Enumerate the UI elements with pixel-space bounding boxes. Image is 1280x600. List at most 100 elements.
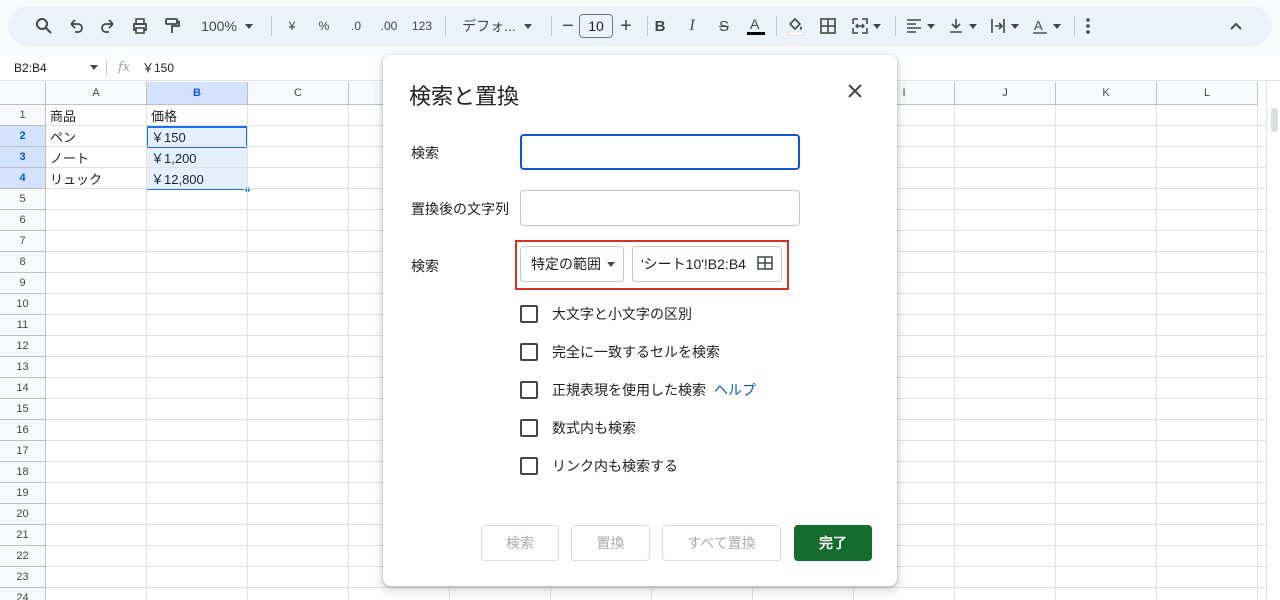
row-header-2[interactable]: 2 (0, 126, 46, 147)
column-header-j[interactable]: J (955, 82, 1056, 105)
row-header-18[interactable]: 18 (0, 462, 46, 483)
font-value: デフォ... (462, 18, 516, 34)
text-wrapping-button[interactable] (984, 6, 1024, 46)
name-box[interactable]: B2:B4 (14, 61, 98, 75)
row-header-17[interactable]: 17 (0, 441, 46, 462)
column-header-k[interactable]: K (1056, 82, 1157, 105)
row-header-7[interactable]: 7 (0, 231, 46, 252)
collapse-toolbar-icon[interactable] (1224, 6, 1248, 46)
search-scope-dropdown[interactable]: 特定の範囲 (520, 246, 624, 282)
redo-icon[interactable] (96, 6, 120, 46)
row-header-20[interactable]: 20 (0, 504, 46, 525)
increase-font-size-button[interactable]: + (614, 6, 638, 46)
row-header-23[interactable]: 23 (0, 567, 46, 588)
search-scope-label: 検索 (411, 258, 439, 274)
option-match-case[interactable]: 大文字と小文字の区別 (520, 302, 692, 326)
text-wrap-icon (991, 19, 1005, 33)
borders-button[interactable] (816, 6, 840, 46)
decrease-decimal-button[interactable]: .0 (342, 6, 370, 46)
option-search-formulas[interactable]: 数式内も検索 (520, 416, 636, 440)
cell-a4[interactable]: リュック (46, 168, 147, 189)
cell-a1[interactable]: 商品 (46, 105, 147, 126)
row-header-21[interactable]: 21 (0, 525, 46, 546)
match-case-checkbox[interactable] (520, 305, 538, 323)
cell-a3[interactable]: ノート (46, 147, 147, 168)
align-bottom-icon (950, 19, 962, 33)
column-header-b[interactable]: B (147, 82, 248, 105)
replace-label: 置換後の文字列 (411, 201, 509, 217)
match-entire-cell-checkbox[interactable] (520, 343, 538, 361)
replace-all-button[interactable]: すべて置換 (662, 525, 781, 561)
zoom-select[interactable]: 100% (192, 6, 262, 46)
row-header-24[interactable]: 24 (0, 588, 46, 600)
row-header-6[interactable]: 6 (0, 210, 46, 231)
formula-input[interactable]: ￥150 (142, 59, 174, 76)
search-links-checkbox[interactable] (520, 457, 538, 475)
column-header-l[interactable]: L (1157, 82, 1258, 105)
text-color-button[interactable]: A (744, 6, 768, 46)
horizontal-align-button[interactable] (900, 6, 940, 46)
paint-format-icon[interactable] (160, 6, 184, 46)
replace-input[interactable] (520, 190, 800, 226)
search-menus-icon[interactable] (32, 6, 56, 46)
row-header-3[interactable]: 3 (0, 147, 46, 168)
option-match-entire-cell[interactable]: 完全に一致するセルを検索 (520, 340, 720, 364)
italic-button[interactable]: I (680, 6, 704, 46)
font-select[interactable]: デフォ... (452, 6, 542, 46)
row-header-1[interactable]: 1 (0, 105, 46, 126)
select-all-corner[interactable] (0, 82, 46, 105)
print-icon[interactable] (128, 6, 152, 46)
range-input[interactable]: 'シート10'!B2:B4 (632, 246, 782, 282)
font-size-field[interactable]: 10 (576, 6, 616, 46)
svg-text:A: A (1034, 18, 1043, 33)
increase-decimal-button[interactable]: .00 (374, 6, 404, 46)
option-search-links[interactable]: リンク内も検索する (520, 454, 678, 478)
help-link[interactable]: ヘルプ (714, 380, 756, 400)
row-header-4[interactable]: 4 (0, 168, 46, 189)
row-header-5[interactable]: 5 (0, 189, 46, 210)
chevron-down-icon (969, 23, 977, 29)
number-format-button[interactable]: 123 (406, 6, 438, 46)
undo-icon[interactable] (64, 6, 88, 46)
find-input[interactable] (520, 134, 800, 170)
close-button[interactable] (843, 79, 867, 103)
cell-b1[interactable]: 価格 (147, 105, 248, 126)
chevron-down-icon (927, 23, 935, 29)
row-header-12[interactable]: 12 (0, 336, 46, 357)
row-header-14[interactable]: 14 (0, 378, 46, 399)
find-button[interactable]: 検索 (481, 525, 559, 561)
text-rotation-button[interactable]: A (1026, 6, 1066, 46)
percent-button[interactable]: % (312, 6, 336, 46)
row-header-19[interactable]: 19 (0, 483, 46, 504)
column-header-a[interactable]: A (46, 82, 147, 105)
option-regex[interactable]: 正規表現を使用した検索 ヘルプ (520, 378, 756, 402)
merge-cells-button[interactable] (846, 6, 886, 46)
vertical-scrollbar[interactable] (1266, 82, 1280, 600)
select-range-icon[interactable] (757, 256, 773, 273)
row-header-11[interactable]: 11 (0, 315, 46, 336)
column-header-c[interactable]: C (248, 82, 349, 105)
chevron-down-icon (1011, 23, 1019, 29)
row-header-9[interactable]: 9 (0, 273, 46, 294)
row-header-8[interactable]: 8 (0, 252, 46, 273)
row-header-10[interactable]: 10 (0, 294, 46, 315)
search-formulas-checkbox[interactable] (520, 419, 538, 437)
row-header-16[interactable]: 16 (0, 420, 46, 441)
row-header-15[interactable]: 15 (0, 399, 46, 420)
cell-a2[interactable]: ペン (46, 126, 147, 147)
vertical-align-button[interactable] (942, 6, 982, 46)
scrollbar-thumb[interactable] (1271, 108, 1278, 132)
strikethrough-button[interactable]: S (712, 6, 736, 46)
divider (1074, 16, 1075, 36)
row-header-22[interactable]: 22 (0, 546, 46, 567)
more-options-icon[interactable] (1076, 6, 1100, 46)
fill-color-button[interactable] (784, 6, 808, 46)
regex-checkbox[interactable] (520, 381, 538, 399)
decrease-decimal-icon: .0 (350, 19, 361, 33)
replace-button[interactable]: 置換 (571, 525, 650, 561)
bold-button[interactable]: B (648, 6, 672, 46)
done-button[interactable]: 完了 (794, 525, 872, 561)
row-header-13[interactable]: 13 (0, 357, 46, 378)
currency-button[interactable]: ¥ (280, 6, 304, 46)
toolbar: 100% ¥ % .0 .00 123 デフォ... − 10 + B I S … (8, 6, 1272, 46)
